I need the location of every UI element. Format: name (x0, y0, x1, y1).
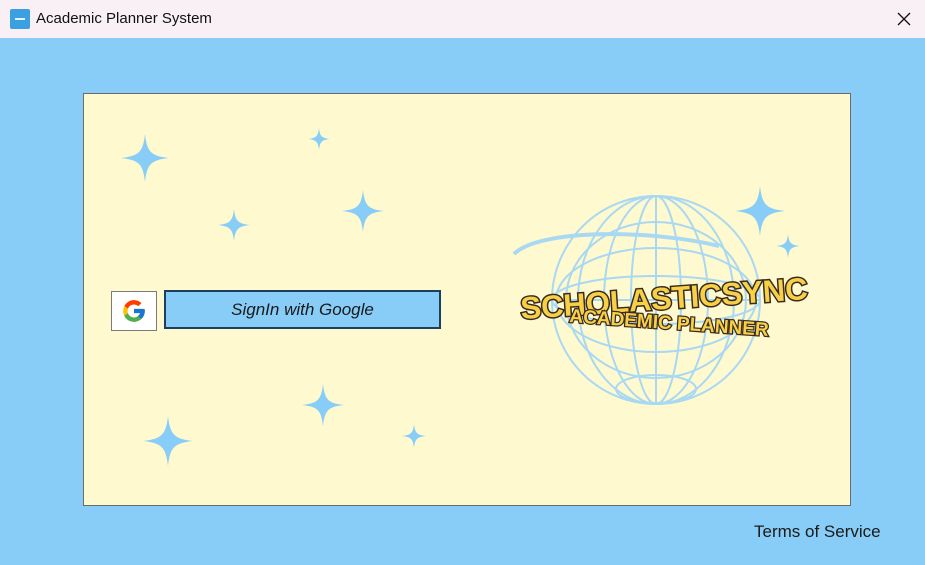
app-icon (10, 9, 30, 29)
sparkle-icon (342, 190, 384, 232)
close-icon (897, 12, 911, 26)
sparkle-icon (308, 128, 330, 150)
sparkle-icon (302, 384, 344, 426)
sparkle-icon (121, 134, 169, 182)
sparkle-icon (218, 209, 250, 241)
google-g-icon (123, 300, 145, 322)
signin-google-button[interactable]: SignIn with Google (164, 290, 441, 329)
sparkle-icon (143, 416, 193, 466)
scholasticsync-logo: SCHOLASTICSYNC ACADEMIC PLANNER (512, 195, 810, 405)
window-title: Academic Planner System (36, 10, 212, 27)
title-bar: Academic Planner System (0, 0, 925, 38)
login-panel: SignIn with Google SCHOLASTICSYNC ACADEM… (83, 93, 851, 506)
terms-of-service-link[interactable]: Terms of Service (754, 522, 881, 542)
sparkle-icon (402, 424, 426, 448)
close-button[interactable] (883, 0, 925, 38)
window-content: SignIn with Google SCHOLASTICSYNC ACADEM… (0, 38, 925, 565)
google-icon-button[interactable] (111, 291, 157, 331)
